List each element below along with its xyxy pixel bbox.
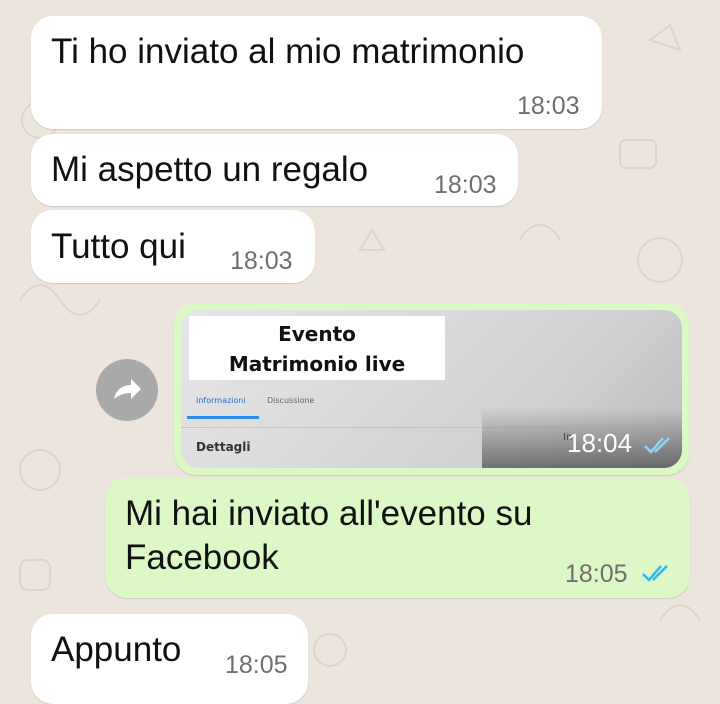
message-text: Ti ho inviato al mio matrimonio: [51, 32, 525, 71]
forward-button[interactable]: [96, 359, 158, 421]
message-timestamp: 18:04: [567, 428, 633, 458]
message-bubble-outgoing[interactable]: Mi hai inviato all'evento su Facebook 18…: [105, 478, 690, 598]
double-check-icon: [644, 437, 670, 454]
message-timestamp: 18:05: [565, 560, 628, 588]
message-timestamp: 18:03: [517, 92, 580, 120]
photo-caption-line1: Evento: [278, 322, 356, 346]
photo-tab-underline: [187, 416, 259, 419]
photo-caption-box: Evento Matrimonio live: [189, 316, 445, 380]
message-text-line1: Mi hai inviato all'evento su: [125, 494, 533, 533]
message-text: Mi aspetto un regalo: [51, 150, 369, 189]
photo-tab-informazioni: Informazioni: [196, 396, 246, 405]
forward-arrow-icon: [114, 379, 141, 399]
message-bubble-incoming[interactable]: Ti ho inviato al mio matrimonio 18:03: [31, 16, 602, 129]
photo-details-label: Dettagli: [196, 440, 251, 454]
double-check-icon: [642, 565, 668, 582]
message-timestamp: 18:05: [225, 651, 288, 679]
photo-caption-line2: Matrimonio live: [228, 352, 406, 376]
message-bubble-incoming[interactable]: Mi aspetto un regalo 18:03: [31, 134, 518, 206]
message-text-line2: Facebook: [125, 538, 279, 577]
message-bubble-incoming[interactable]: Tutto qui 18:03: [31, 210, 315, 283]
message-bubble-incoming[interactable]: Appunto 18:05: [31, 614, 308, 704]
message-text: Appunto: [51, 630, 182, 669]
shared-photo[interactable]: Evento Matrimonio live Informazioni Disc…: [181, 310, 682, 468]
message-text: Tutto qui: [51, 227, 186, 266]
message-timestamp: 18:03: [230, 247, 293, 275]
message-timestamp: 18:03: [434, 171, 497, 199]
photo-tab-discussione: Discussione: [267, 396, 315, 405]
